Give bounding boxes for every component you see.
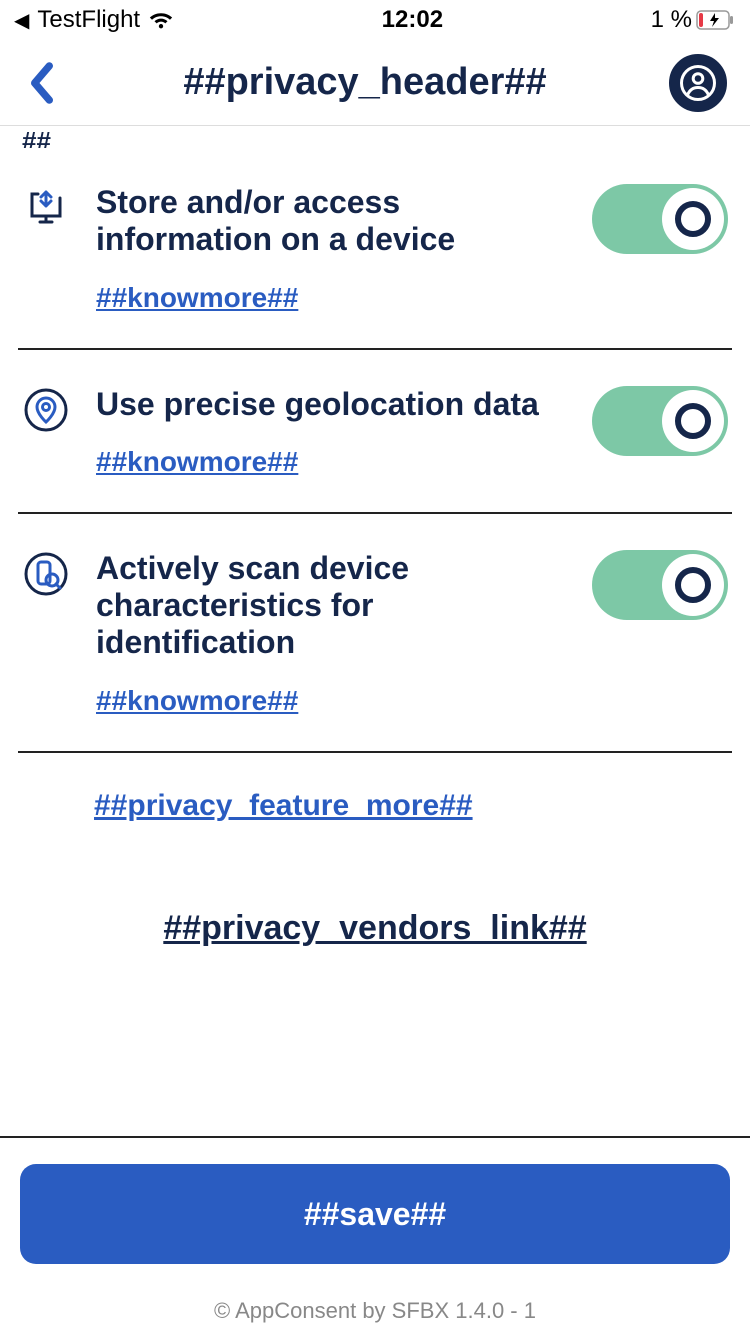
geolocation-icon — [22, 386, 70, 434]
know-more-link[interactable]: ##knowmore## — [96, 685, 298, 717]
consent-row-main: Store and/or access information on a dev… — [96, 184, 566, 314]
know-more-link[interactable]: ##knowmore## — [96, 282, 298, 314]
consent-row-main: Actively scan device characteristics for… — [96, 550, 566, 716]
battery-icon — [696, 10, 736, 30]
consent-row: Use precise geolocation data ##knowmore#… — [18, 350, 732, 515]
status-left: ◀ TestFlight — [14, 4, 174, 37]
chevron-left-icon — [27, 61, 57, 105]
toggle-knob — [662, 188, 724, 250]
device-scan-icon — [22, 550, 70, 598]
back-to-app-icon[interactable]: ◀ — [14, 8, 29, 33]
toggle-knob — [662, 390, 724, 452]
bottom-bar: ##save## © AppConsent by SFBX 1.4.0 - 1 — [0, 1136, 750, 1334]
save-button[interactable]: ##save## — [20, 1164, 730, 1264]
previous-content-peek: ## — [18, 126, 732, 148]
consent-row-main: Use precise geolocation data ##knowmore#… — [96, 386, 566, 479]
device-access-icon — [22, 184, 70, 232]
profile-button[interactable] — [666, 51, 730, 115]
status-time: 12:02 — [382, 6, 443, 34]
consent-row-title: Store and/or access information on a dev… — [96, 184, 566, 258]
vendors-link[interactable]: ##privacy_vendors_link## — [163, 909, 586, 947]
page-title: ##privacy_header## — [183, 61, 546, 104]
consent-row-title: Use precise geolocation data — [96, 386, 566, 423]
nav-bar: ##privacy_header## — [0, 40, 750, 126]
feature-more-row: ##privacy_feature_more## — [18, 753, 732, 823]
status-right: 1 % — [651, 6, 736, 34]
vendors-link-row: ##privacy_vendors_link## — [18, 909, 732, 948]
consent-row: Actively scan device characteristics for… — [18, 514, 732, 752]
content-area: ## Store and/or access information on a … — [0, 126, 750, 948]
consent-toggle[interactable] — [592, 386, 728, 456]
know-more-link[interactable]: ##knowmore## — [96, 446, 298, 478]
consent-row: Store and/or access information on a dev… — [18, 148, 732, 350]
status-bar: ◀ TestFlight 12:02 1 % — [0, 0, 750, 40]
back-button[interactable] — [20, 61, 64, 105]
feature-more-link[interactable]: ##privacy_feature_more## — [94, 789, 473, 822]
consent-toggle[interactable] — [592, 184, 728, 254]
wifi-icon — [148, 4, 174, 37]
toggle-knob — [662, 554, 724, 616]
profile-icon — [680, 65, 716, 101]
battery-percent: 1 % — [651, 6, 692, 34]
consent-row-title: Actively scan device characteristics for… — [96, 550, 566, 660]
back-to-app-label[interactable]: TestFlight — [37, 6, 140, 34]
footer-text: © AppConsent by SFBX 1.4.0 - 1 — [20, 1298, 730, 1324]
consent-toggle[interactable] — [592, 550, 728, 620]
